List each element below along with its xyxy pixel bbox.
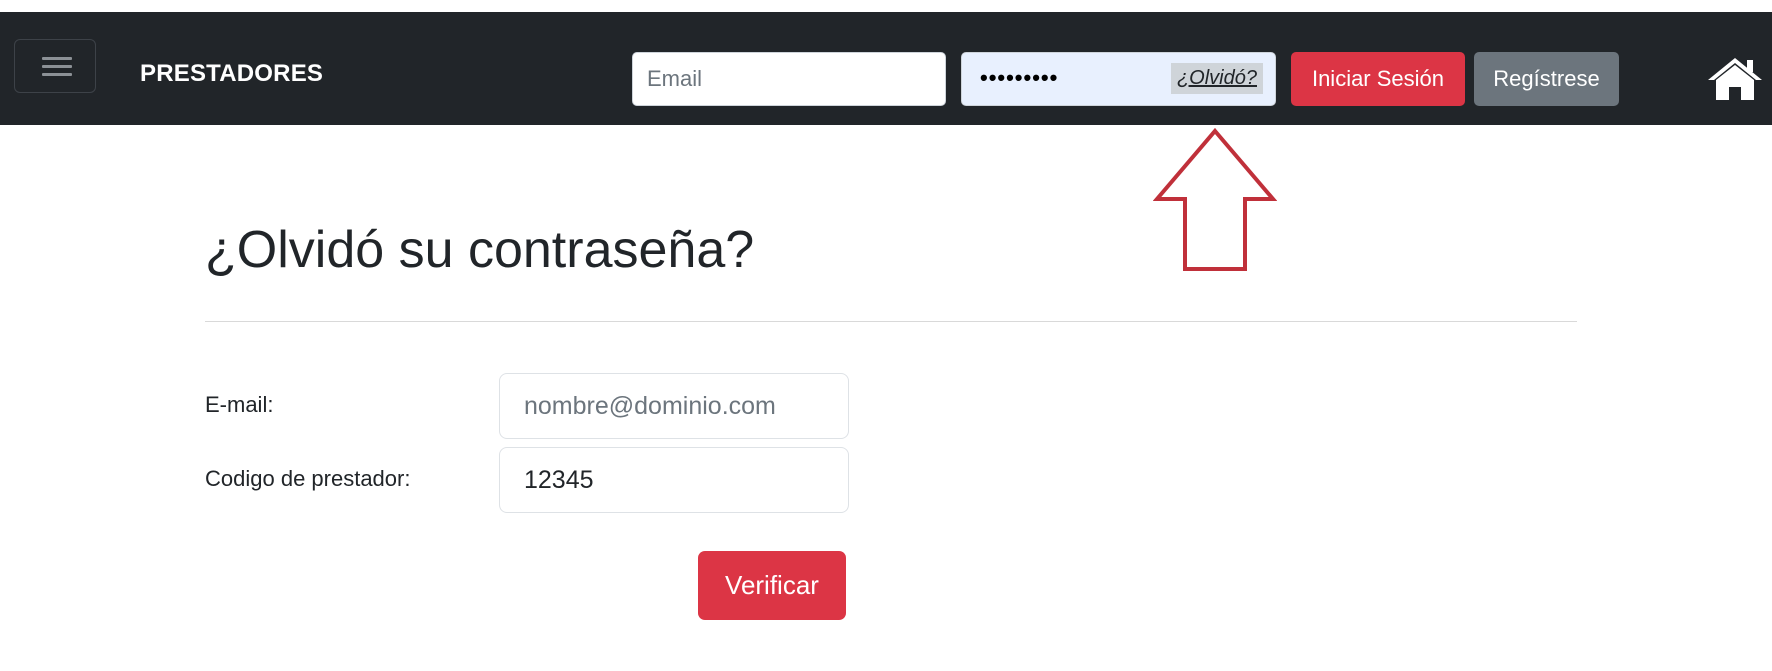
navbar: PRESTADORES ••••••••• ¿Olvidó? Iniciar S… [0,12,1772,125]
title-divider [205,321,1577,322]
provider-code-field[interactable] [499,447,849,513]
menu-toggle-button[interactable] [14,39,96,93]
brand-title[interactable]: PRESTADORES [140,62,323,86]
provider-code-label: Codigo de prestador: [205,466,411,491]
password-masked-value: ••••••••• [980,65,1059,90]
login-button[interactable]: Iniciar Sesión [1291,52,1465,106]
page-title: ¿Olvidó su contraseña? [205,221,755,279]
verify-button[interactable]: Verificar [698,551,846,620]
email-label: E-mail: [205,392,274,417]
register-button[interactable]: Regístrese [1474,52,1619,106]
home-icon[interactable] [1706,56,1764,102]
hamburger-icon [42,57,72,77]
navbar-password-input[interactable]: ••••••••• ¿Olvidó? [961,52,1276,106]
navbar-email-input[interactable] [632,52,946,106]
email-field[interactable] [499,373,849,439]
forgot-password-link[interactable]: ¿Olvidó? [1170,63,1263,94]
up-arrow-annotation [1153,127,1277,271]
